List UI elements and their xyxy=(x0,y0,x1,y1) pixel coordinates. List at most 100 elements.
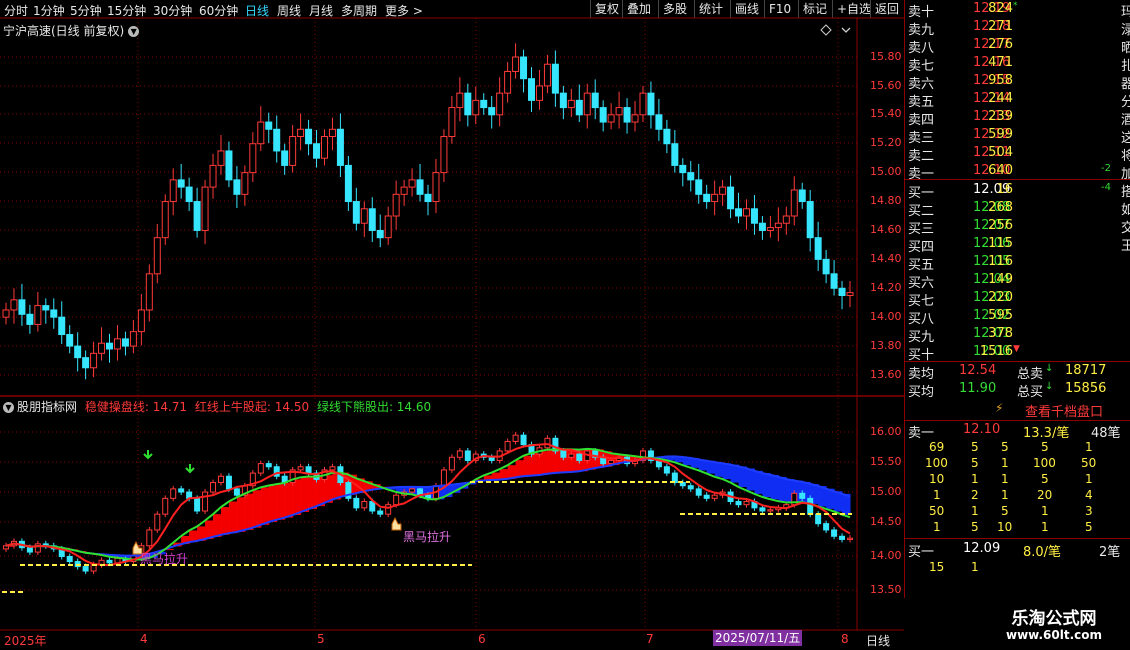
order-book-row[interactable]: 买六 12.04 149 xyxy=(905,271,1075,291)
order-summary-row: 买均 11.90 总买 ↓ 15856 xyxy=(905,380,1106,400)
diamond-icon[interactable] xyxy=(820,24,832,36)
summary-total: 18717 xyxy=(1065,363,1107,378)
candle-body xyxy=(456,92,464,109)
candle-body xyxy=(742,208,750,217)
order-volume: 271 xyxy=(988,19,1013,34)
kline-chart[interactable] xyxy=(0,0,904,650)
indicator-candle-body xyxy=(265,463,272,468)
indicator-candle-body xyxy=(759,507,766,512)
trend-band xyxy=(284,482,294,518)
indicator-candle-body xyxy=(377,510,384,515)
order-book-row[interactable]: 买一 12.09 16 -4 xyxy=(905,181,1111,201)
indicator-tick: 15.00 xyxy=(870,485,902,498)
order-book-row[interactable]: 卖三 12.12 599 xyxy=(905,126,1075,146)
order-book-row[interactable]: 卖九 12.18 271 xyxy=(905,18,1075,38)
cursor-date: 2025/07/11/五 xyxy=(713,630,803,646)
depth-divider xyxy=(905,420,1130,421)
clipped-text: 渌 xyxy=(1121,23,1130,38)
candle-body xyxy=(607,114,615,123)
candle-body xyxy=(129,331,137,347)
depth-sell-cell: 5 xyxy=(1085,520,1093,534)
order-book-row[interactable]: 卖五 12.14 244 xyxy=(905,90,1075,110)
order-book-row[interactable]: 卖二 12.11 504 xyxy=(905,144,1075,164)
candle-body xyxy=(113,338,121,350)
order-book-row[interactable]: 买九 12.01 378 xyxy=(905,325,1075,345)
order-volume: 220 xyxy=(988,290,1013,305)
indicator-candle-body xyxy=(225,475,232,490)
depth-sell-cell: 1 xyxy=(933,488,941,502)
candle-body xyxy=(488,107,496,116)
indicator-candle-body xyxy=(703,494,710,499)
clipped-text: 器 xyxy=(1121,77,1130,92)
order-book-row[interactable]: 卖六 12.15 958 xyxy=(905,72,1075,92)
candle-body xyxy=(448,107,456,138)
depth-buy-cell: 15 xyxy=(929,560,945,574)
order-book-row[interactable]: 买四 12.06 115 xyxy=(905,235,1075,255)
order-book-row[interactable]: 买七 12.03 220 xyxy=(905,289,1075,309)
candle-body xyxy=(384,215,392,239)
price-tick: 15.60 xyxy=(870,79,902,92)
depth-sell-cell: 1 xyxy=(1041,520,1049,534)
chevron-down-icon[interactable]: ▼ xyxy=(3,402,14,413)
candle-body xyxy=(241,172,249,195)
candle-body xyxy=(18,299,26,315)
candle-body xyxy=(838,287,846,297)
indicator-candle-body xyxy=(608,459,615,465)
order-book-row[interactable]: 买五 12.05 116 xyxy=(905,253,1075,273)
annotation-label: 黑马拉升 xyxy=(403,530,452,544)
depth-sell-cell: 1 xyxy=(1001,472,1009,486)
chevron-down-icon[interactable] xyxy=(841,27,851,33)
price-tick: 14.60 xyxy=(870,223,902,236)
order-book-row[interactable]: 买十 12.00 1516 ▼ xyxy=(905,343,1075,363)
indicator-name[interactable]: 股朋指标网 xyxy=(17,400,77,414)
trend-band xyxy=(268,485,278,522)
price-tick: 15.80 xyxy=(870,50,902,63)
order-book-row[interactable]: 买二 12.08 268 xyxy=(905,199,1075,219)
clipped-text: 搭 xyxy=(1121,185,1130,200)
candle-body xyxy=(543,63,551,87)
order-volume: 244 xyxy=(988,91,1013,106)
candle-body xyxy=(400,186,408,195)
depth-sell-cell: 10 xyxy=(929,472,945,486)
order-volume: 239 xyxy=(988,109,1013,124)
depth-sell-cell: 1 xyxy=(971,472,979,486)
candle-body xyxy=(313,143,321,159)
time-label: 5 xyxy=(317,632,325,646)
candle-body xyxy=(328,128,336,137)
order-volume: 504 xyxy=(988,145,1013,160)
indicator-line1-label: 稳健操盘线: 14.71 xyxy=(84,400,188,414)
chevron-down-icon[interactable]: ▼ xyxy=(128,26,140,37)
candle-body xyxy=(440,136,448,174)
depth-sell-cell: 5 xyxy=(1001,440,1009,454)
candle-body xyxy=(58,316,66,336)
order-book-row[interactable]: 卖四 12.13 239 xyxy=(905,108,1075,128)
summary-total: 15856 xyxy=(1065,381,1107,396)
order-book-row[interactable]: 买八 12.02 595 xyxy=(905,307,1075,327)
stock-title-text: 宁沪高速(日线 前复权) xyxy=(3,24,125,38)
trend-band xyxy=(308,476,318,510)
trend-band xyxy=(770,474,779,500)
order-volume: 268 xyxy=(988,200,1013,215)
order-book-row[interactable]: 卖一 12.10 640 -2 xyxy=(905,162,1111,182)
order-volume: 599 xyxy=(988,127,1013,142)
candle-body xyxy=(575,99,583,116)
trend-band xyxy=(778,476,787,502)
order-book-row[interactable]: 卖七 12.16 471 xyxy=(905,54,1075,74)
depth-sell-cell: 5 xyxy=(1041,440,1049,454)
candle-body xyxy=(735,208,743,217)
order-book-row[interactable]: 卖八 12.17 276 xyxy=(905,36,1075,56)
indicator-candle-body xyxy=(353,497,360,509)
indicator-candle-body xyxy=(361,501,368,509)
view-depth-button[interactable]: 查看千档盘口 xyxy=(1025,401,1103,420)
candle-body xyxy=(273,128,281,152)
indicator-candle-body xyxy=(409,488,416,493)
order-book-row[interactable]: 卖十 12.19 824 * xyxy=(905,0,1075,20)
indicator-candle-body xyxy=(679,482,686,487)
order-book-row[interactable]: 买三 12.07 256 xyxy=(905,217,1075,237)
time-label: 8 xyxy=(841,632,849,646)
clipped-text: 酒 xyxy=(1121,113,1130,128)
trend-band xyxy=(523,455,533,477)
depth-sell-cell: 100 xyxy=(925,456,948,470)
indicator-candle-body xyxy=(393,494,400,506)
clipped-text: 这 xyxy=(1121,131,1130,146)
